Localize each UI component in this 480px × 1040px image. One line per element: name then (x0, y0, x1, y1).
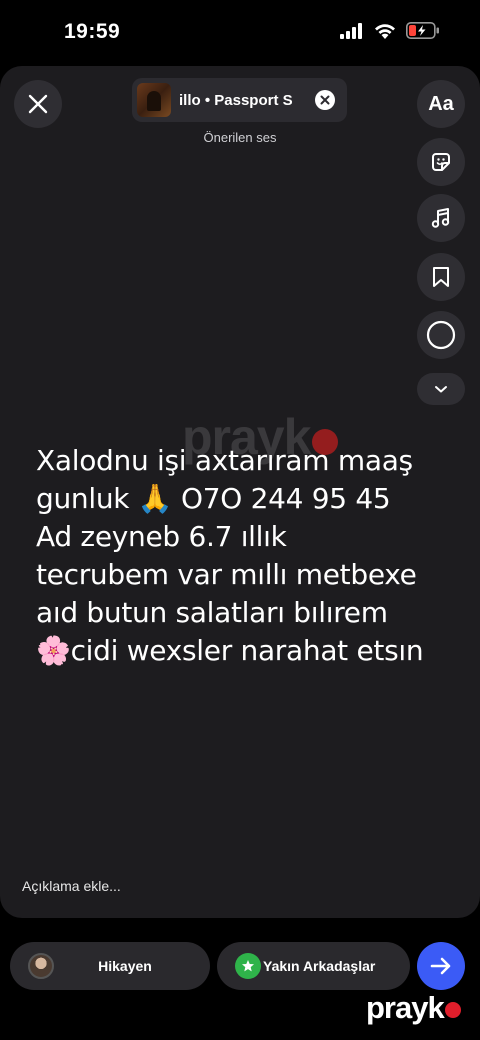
suggested-audio-label: Önerilen ses (203, 130, 277, 145)
music-tool-button[interactable] (417, 194, 465, 242)
chevron-down-icon (435, 386, 447, 393)
circle-icon (426, 320, 456, 350)
status-icons (340, 22, 440, 39)
brand-dot (444, 1002, 461, 1018)
sticker-tool-button[interactable] (417, 138, 465, 186)
sticker-icon (432, 153, 450, 171)
share-to-story-button[interactable]: Hikayen (10, 942, 210, 990)
close-icon (28, 94, 48, 114)
save-tool-button[interactable] (417, 253, 465, 301)
wifi-icon (375, 23, 395, 39)
text-tool-label: Aa (428, 92, 454, 115)
bookmark-icon (433, 267, 449, 287)
close-button[interactable] (14, 80, 62, 128)
story-text-line: aıd butun salatları bılırem (36, 596, 388, 629)
signal-icon (340, 22, 362, 39)
story-text-line: 🌸cidi wexsler narahat etsın (36, 634, 424, 667)
story-text[interactable]: Xalodnu işi axtarıram maaş gunluk 🙏 O7O … (36, 442, 466, 670)
music-note-icon (431, 208, 450, 228)
more-tools-button[interactable] (417, 373, 465, 405)
text-tool-button[interactable]: Aa (417, 80, 465, 128)
brand-logo: prayk (366, 990, 461, 1026)
story-text-line: Ad zeyneb 6.7 ıllık (36, 520, 287, 553)
story-text-line: Xalodnu işi axtarıram maaş (36, 444, 413, 477)
story-text-line: tecrubem var mıllı metbexe (36, 558, 417, 591)
draw-tool-button[interactable] (417, 311, 465, 359)
remove-music-button[interactable] (315, 90, 335, 110)
caption-input[interactable]: Açıklama ekle... (22, 878, 121, 894)
status-time: 19:59 (64, 20, 121, 43)
battery-low-icon (406, 22, 439, 39)
send-button[interactable] (417, 942, 465, 990)
story-editor-canvas[interactable]: illo • Passport S Önerilen ses Aa prayk … (0, 66, 480, 918)
status-bar: 19:59 (0, 0, 480, 64)
avatar (28, 953, 54, 979)
close-icon (320, 95, 330, 105)
brand-text: prayk (366, 990, 445, 1025)
album-cover (137, 83, 171, 117)
close-friends-button[interactable]: Yakın Arkadaşlar (217, 942, 410, 990)
star-icon (235, 953, 261, 979)
music-sticker[interactable]: illo • Passport S (132, 78, 347, 122)
music-title: illo • Passport S (179, 91, 293, 109)
story-text-line: gunluk 🙏 O7O 244 95 45 (36, 482, 391, 515)
arrow-right-icon (430, 957, 451, 975)
